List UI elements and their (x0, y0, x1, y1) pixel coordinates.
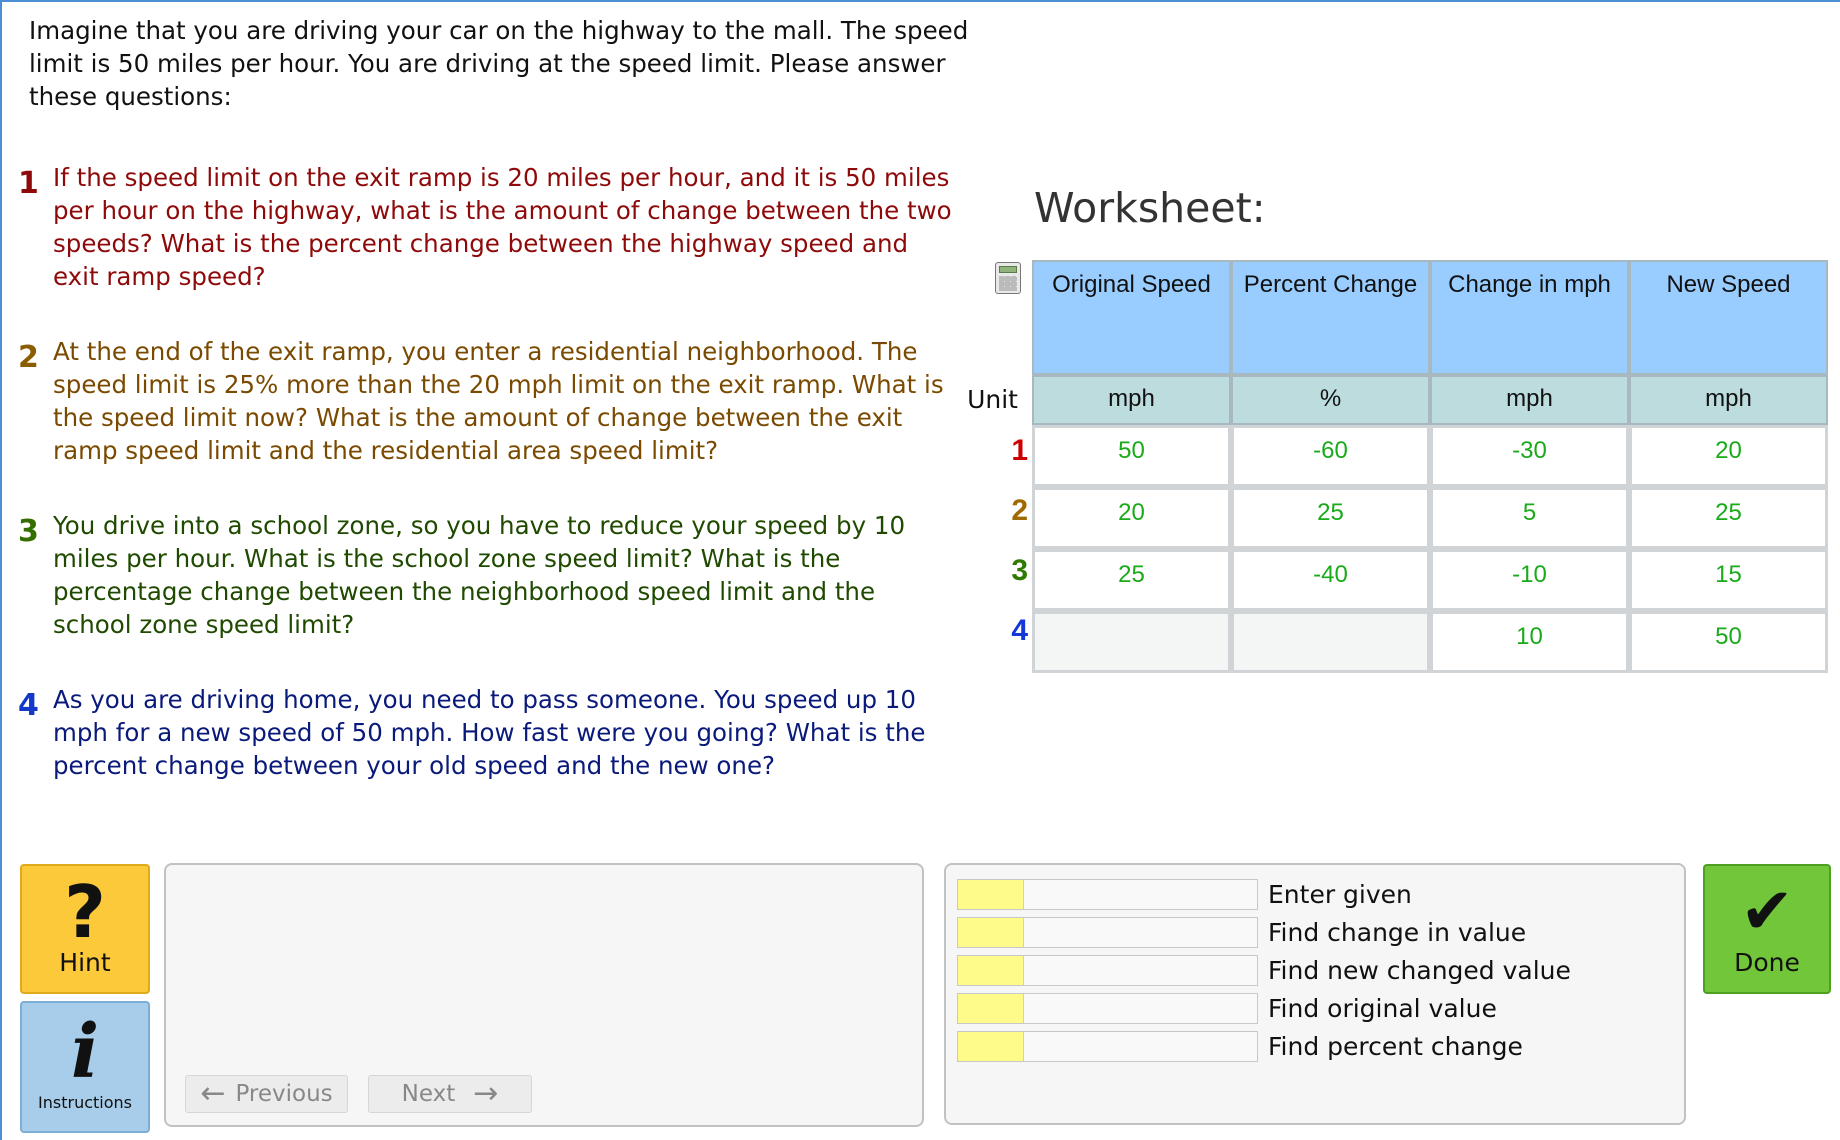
question-number: 1 (18, 166, 39, 201)
table-row: 10 50 (1032, 611, 1828, 673)
skill-bar-fill (958, 955, 1024, 985)
cell-row1-percent-change[interactable]: -60 (1231, 425, 1430, 487)
unit-cell[interactable]: mph (1629, 375, 1828, 425)
unit-row: mph % mph mph (1032, 375, 1828, 425)
table-row: 25 -40 -10 15 (1032, 549, 1828, 611)
skill-bar-fill (958, 917, 1024, 947)
question-number: 2 (18, 340, 39, 375)
skill-meter: Find percent change (957, 1030, 1523, 1062)
cell-row2-change-in-mph[interactable]: 5 (1430, 487, 1629, 549)
skill-label: Find change in value (1268, 917, 1527, 947)
skill-bar-fill (958, 993, 1024, 1023)
question-number: 3 (18, 514, 39, 549)
hint-label: Hint (59, 948, 111, 977)
cell-row1-original-speed[interactable]: 50 (1032, 425, 1231, 487)
next-label: Next (401, 1081, 456, 1107)
table-row: 20 25 5 25 (1032, 487, 1828, 549)
unit-cell[interactable]: % (1231, 375, 1430, 425)
question-4: 4 As you are driving home, you need to p… (18, 683, 958, 782)
skill-bar (957, 1030, 1258, 1062)
instructions-button[interactable]: i Instructions (20, 1001, 150, 1133)
instructions-label: Instructions (38, 1093, 132, 1112)
cell-row3-percent-change[interactable]: -40 (1231, 549, 1430, 611)
row-label-1: 1 (1011, 434, 1028, 467)
question-3: 3 You drive into a school zone, so you h… (18, 509, 958, 641)
skill-label: Find new changed value (1268, 955, 1571, 985)
skill-bar-fill (958, 1031, 1024, 1061)
skill-bar (957, 878, 1258, 910)
skill-label: Find original value (1268, 993, 1497, 1023)
problem-intro: Imagine that you are driving your car on… (29, 16, 969, 111)
calculator-icon[interactable] (995, 262, 1021, 294)
row-label-3: 3 (1011, 554, 1028, 587)
unit-row-label: Unit (967, 385, 1018, 414)
cell-row1-change-in-mph[interactable]: -30 (1430, 425, 1629, 487)
question-text: You drive into a school zone, so you hav… (53, 511, 906, 639)
cell-row1-new-speed[interactable]: 20 (1629, 425, 1828, 487)
skill-bar (957, 954, 1258, 986)
question-2: 2 At the end of the exit ramp, you enter… (18, 335, 958, 467)
column-header-change-in-mph: Change in mph (1430, 260, 1629, 375)
cell-row4-percent-change[interactable] (1231, 611, 1430, 673)
skill-bar-fill (958, 879, 1024, 909)
worksheet-table: Original Speed Percent Change Change in … (1032, 260, 1828, 673)
header-row: Original Speed Percent Change Change in … (1032, 260, 1828, 375)
question-number: 4 (18, 688, 39, 723)
column-header-percent-change: Percent Change (1231, 260, 1430, 375)
arrow-left-icon: ← (200, 1076, 226, 1111)
skill-meter: Find change in value (957, 916, 1526, 948)
done-button[interactable]: ✔ Done (1703, 864, 1831, 994)
row-label-4: 4 (1011, 614, 1028, 647)
checkmark-icon: ✔ (1740, 875, 1794, 949)
previous-label: Previous (235, 1081, 333, 1107)
row-label-2: 2 (1011, 494, 1028, 527)
cell-row3-original-speed[interactable]: 25 (1032, 549, 1231, 611)
question-text: At the end of the exit ramp, you enter a… (53, 337, 944, 465)
skill-label: Enter given (1268, 879, 1412, 909)
previous-button[interactable]: ← Previous (185, 1075, 348, 1113)
column-header-original-speed: Original Speed (1032, 260, 1231, 375)
info-icon: i (70, 1009, 100, 1095)
cell-row3-new-speed[interactable]: 15 (1629, 549, 1828, 611)
next-button[interactable]: Next → (368, 1075, 532, 1113)
cell-row4-original-speed[interactable] (1032, 611, 1231, 673)
hint-button[interactable]: ? Hint (20, 864, 150, 994)
skill-bar (957, 916, 1258, 948)
arrow-right-icon: → (473, 1076, 499, 1111)
column-header-new-speed: New Speed (1629, 260, 1828, 375)
worksheet-title: Worksheet: (1034, 184, 1266, 232)
cell-row4-change-in-mph[interactable]: 10 (1430, 611, 1629, 673)
question-1: 1 If the speed limit on the exit ramp is… (18, 161, 958, 293)
skill-label: Find percent change (1268, 1031, 1523, 1061)
cell-row2-new-speed[interactable]: 25 (1629, 487, 1828, 549)
question-mark-icon: ? (64, 870, 106, 954)
skill-meter: Find new changed value (957, 954, 1571, 986)
cell-row3-change-in-mph[interactable]: -10 (1430, 549, 1629, 611)
unit-cell[interactable]: mph (1430, 375, 1629, 425)
cell-row4-new-speed[interactable]: 50 (1629, 611, 1828, 673)
table-row: 50 -60 -30 20 (1032, 425, 1828, 487)
skill-meter: Enter given (957, 878, 1412, 910)
done-label: Done (1734, 948, 1800, 977)
cell-row2-original-speed[interactable]: 20 (1032, 487, 1231, 549)
skill-meter: Find original value (957, 992, 1497, 1024)
cell-row2-percent-change[interactable]: 25 (1231, 487, 1430, 549)
question-text: If the speed limit on the exit ramp is 2… (53, 163, 952, 291)
unit-cell[interactable]: mph (1032, 375, 1231, 425)
skill-bar (957, 992, 1258, 1024)
question-text: As you are driving home, you need to pas… (53, 685, 926, 780)
